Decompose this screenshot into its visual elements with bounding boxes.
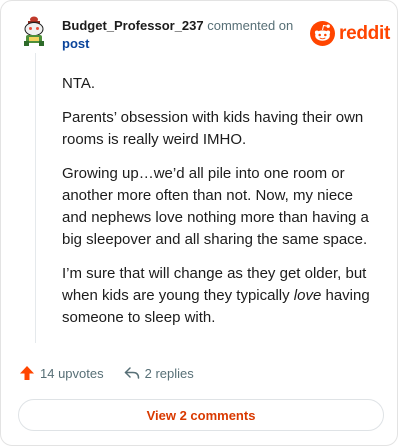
comment-actions: 14 upvotes 2 replies [19,365,194,381]
comment-paragraph: Parents’ obsession with kids having thei… [62,109,364,148]
comment-card: Budget_Professor_237 commented on post r… [0,0,398,446]
view-comments-button[interactable]: View 2 comments [18,399,384,431]
replies-button[interactable]: 2 replies [124,365,194,381]
comment-body: NTA. Parents’ obsession with kids having… [62,73,377,341]
avatar[interactable] [20,16,48,48]
upvote-count: 14 upvotes [40,365,104,381]
reddit-wordmark: reddit [339,22,390,44]
emphasized-text: love [293,287,322,304]
comment-paragraph: NTA. [62,75,96,92]
reddit-snoo-icon [310,21,335,46]
post-link[interactable]: post [62,36,89,51]
snoo-avatar-icon [24,16,44,46]
comment-header: Budget_Professor_237 commented on post [62,17,297,53]
comment-paragraph: I’m sure that will change as they get ol… [62,263,377,329]
author-username[interactable]: Budget_Professor_237 [62,18,204,33]
commented-on-text: commented on [207,18,294,33]
reply-count: 2 replies [144,365,194,381]
reddit-logo[interactable]: reddit [310,21,390,46]
comment-paragraph: Growing up…we’d all pile into one room o… [62,165,369,248]
thread-line[interactable] [35,53,36,343]
upvote-arrow-icon [20,366,34,380]
reply-arrow-icon [124,367,139,379]
upvote-button[interactable]: 14 upvotes [19,365,104,381]
